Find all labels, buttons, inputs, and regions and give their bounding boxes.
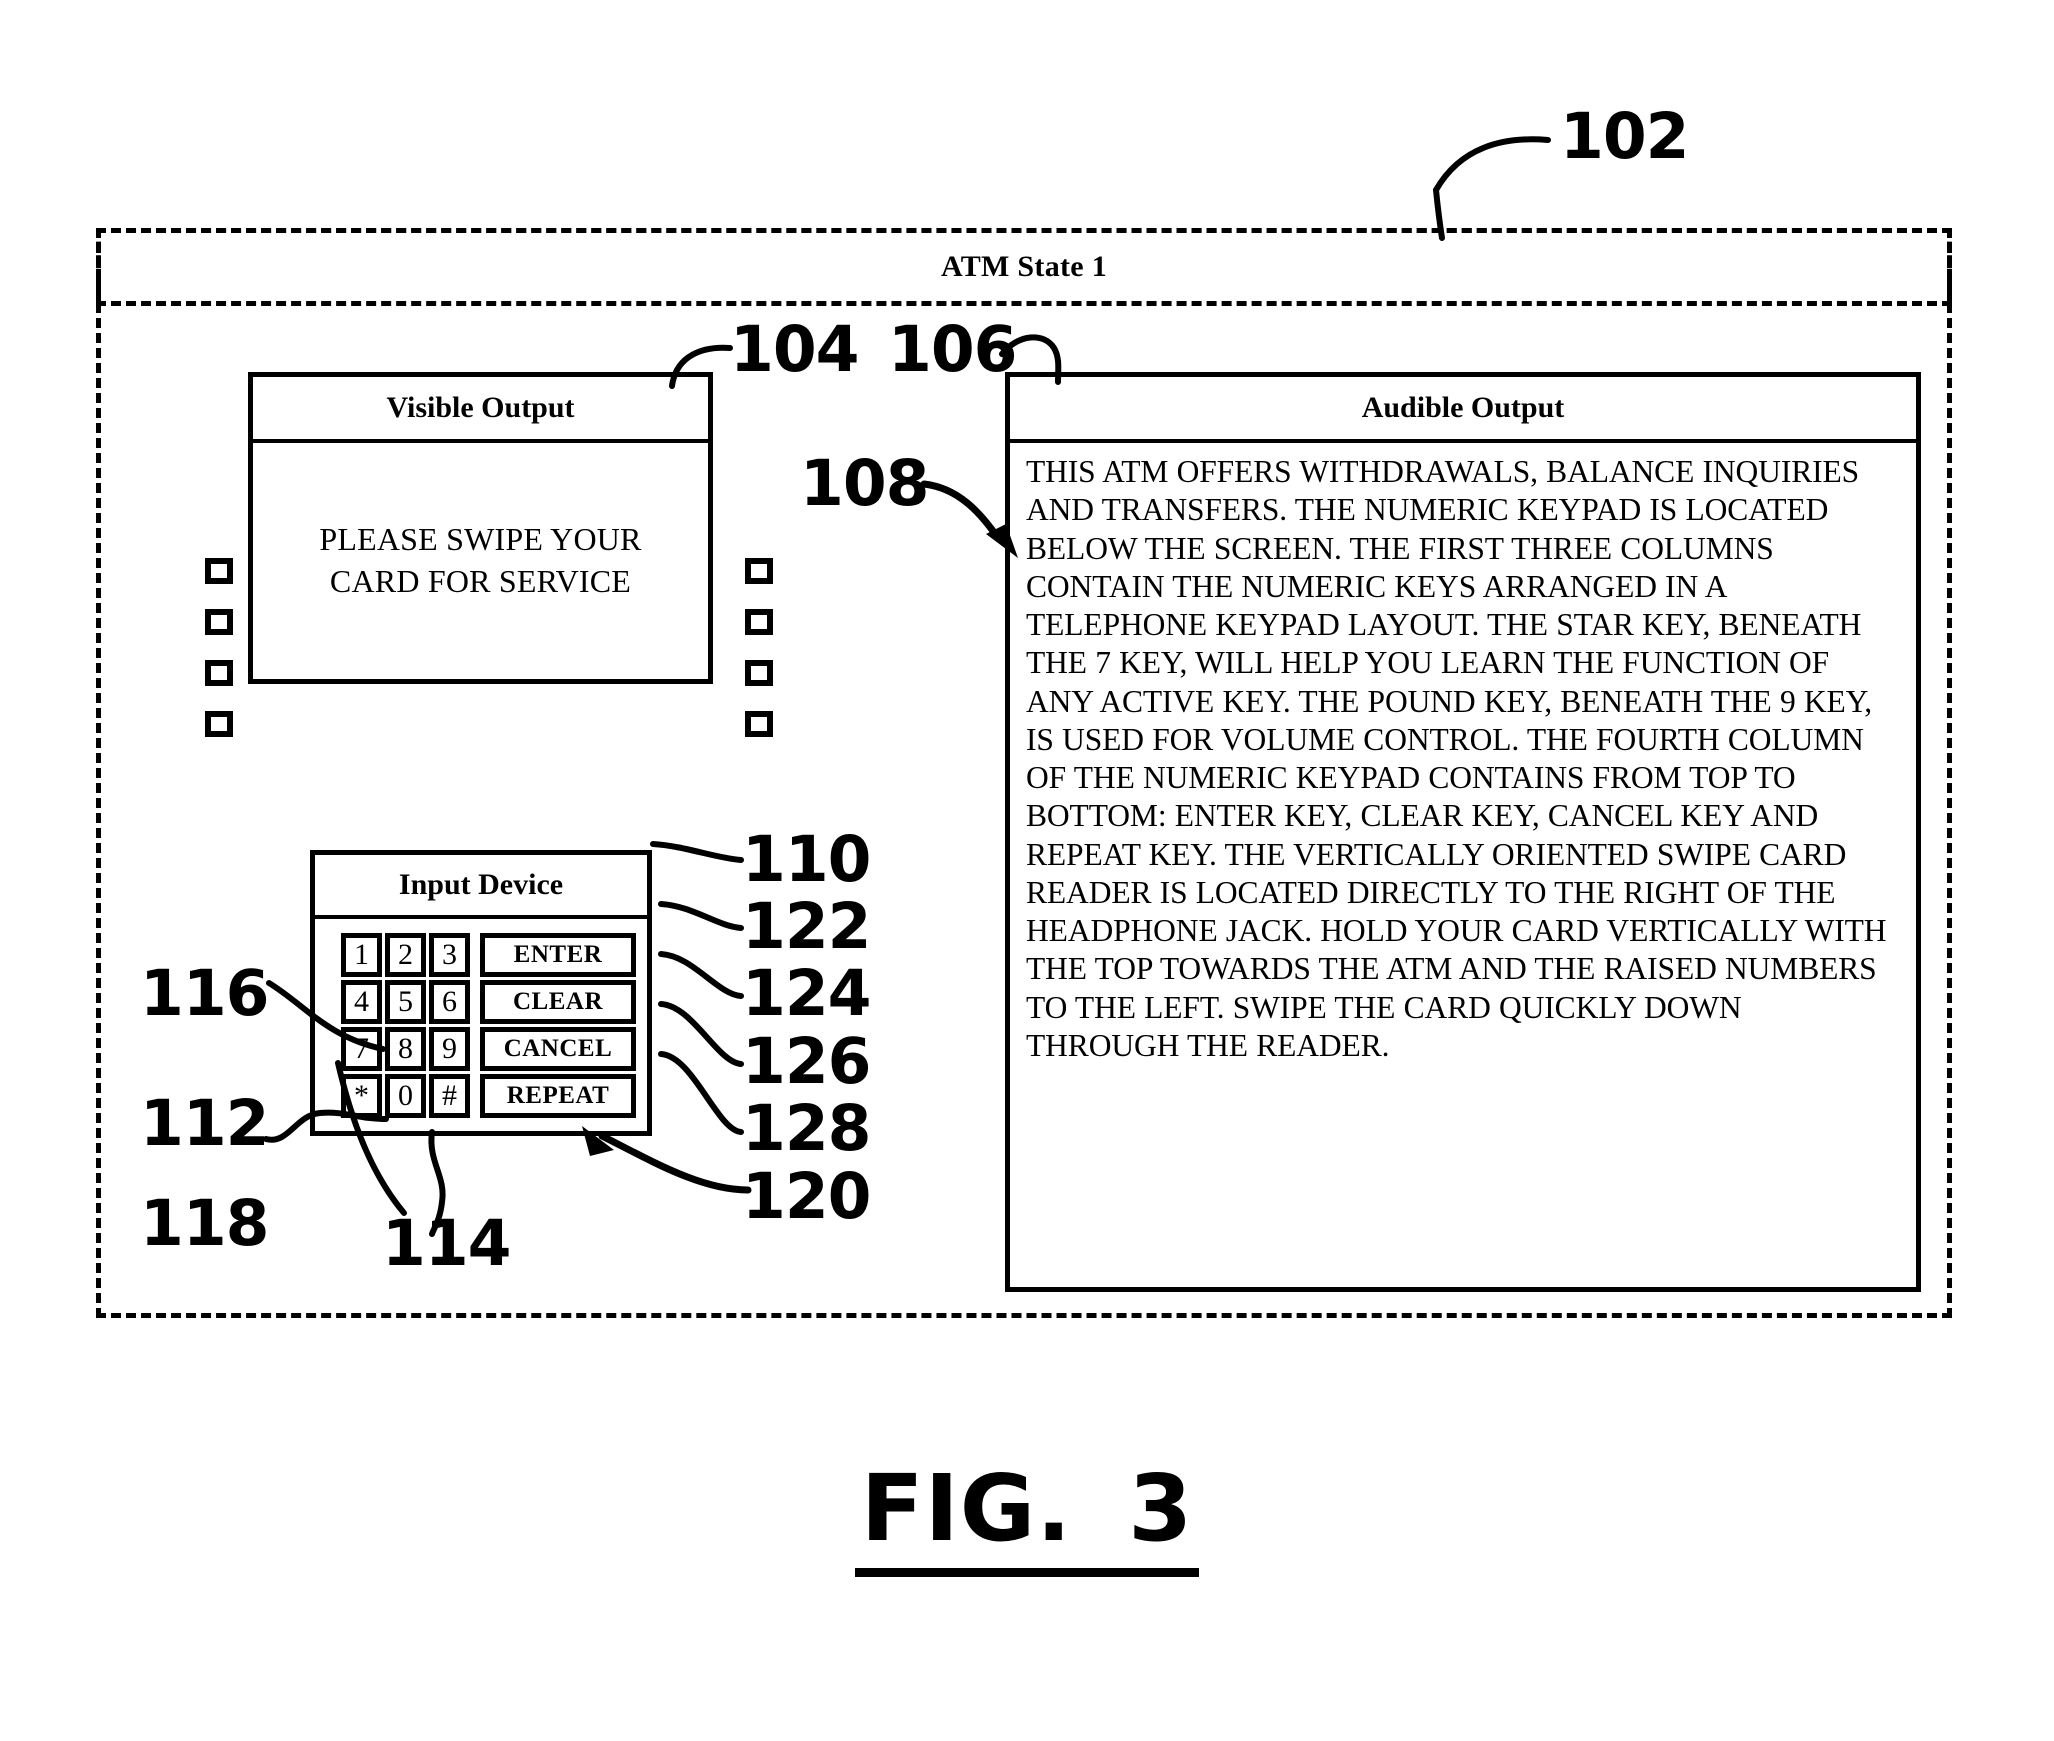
input-device-header: Input Device	[315, 855, 647, 919]
input-device-header-label: Input Device	[398, 868, 564, 901]
audible-output-body: THIS ATM OFFERS WITHDRAWALS, BALANCE INQ…	[1010, 443, 1916, 1287]
atm-state-title: ATM State 1	[940, 250, 1108, 283]
key-6[interactable]: 6	[429, 980, 470, 1024]
key-3[interactable]: 3	[429, 933, 470, 977]
ref-108: 108	[800, 447, 930, 520]
leader-line-106	[999, 330, 1080, 386]
audible-output-panel: Audible Output THIS ATM OFFERS WITHDRAWA…	[1005, 372, 1921, 1292]
leader-line-118	[232, 1055, 412, 1225]
ref-104: 104	[730, 313, 860, 386]
key-pound[interactable]: #	[429, 1074, 470, 1118]
visible-output-header-label: Visible Output	[386, 391, 575, 424]
ref-128: 128	[742, 1092, 872, 1165]
ref-110: 110	[742, 823, 872, 896]
key-1[interactable]: 1	[341, 933, 382, 977]
screen-side-button-left-2[interactable]	[205, 609, 233, 635]
figure-caption: FIG. 3	[0, 1455, 2054, 1577]
atm-state-title-bar: ATM State 1	[96, 228, 1952, 306]
screen-side-button-left-3[interactable]	[205, 660, 233, 686]
key-2[interactable]: 2	[385, 933, 426, 977]
key-9[interactable]: 9	[429, 1027, 470, 1071]
screen-side-button-right-2[interactable]	[745, 609, 773, 635]
figure-caption-text: FIG. 3	[854, 1455, 1200, 1577]
screen-side-button-left-4[interactable]	[205, 711, 233, 737]
audible-output-header: Audible Output	[1010, 377, 1916, 443]
screen-side-button-right-4[interactable]	[745, 711, 773, 737]
visible-output-message: PLEASE SWIPE YOUR CARD FOR SERVICE	[319, 521, 642, 599]
visible-output-screen: PLEASE SWIPE YOUR CARD FOR SERVICE	[253, 443, 708, 679]
key-clear[interactable]: CLEAR	[480, 980, 636, 1024]
leader-line-116	[265, 975, 395, 1065]
screen-side-button-right-1[interactable]	[745, 558, 773, 584]
key-cancel[interactable]: CANCEL	[480, 1027, 636, 1071]
audible-output-text: THIS ATM OFFERS WITHDRAWALS, BALANCE INQ…	[1026, 454, 1887, 1063]
figure-caption-number: 3	[1128, 1455, 1194, 1562]
screen-side-buttons-left	[205, 558, 233, 737]
visible-output-panel: Visible Output PLEASE SWIPE YOUR CARD FO…	[248, 372, 713, 684]
key-enter[interactable]: ENTER	[480, 933, 636, 977]
screen-side-button-right-3[interactable]	[745, 660, 773, 686]
screen-side-buttons-right	[745, 558, 773, 737]
leader-line-104	[668, 340, 748, 390]
figure-caption-prefix: FIG.	[860, 1455, 1073, 1562]
audible-output-header-label: Audible Output	[1361, 391, 1565, 424]
leader-line-114	[398, 1128, 478, 1238]
ref-124: 124	[742, 957, 872, 1030]
ref-106: 106	[888, 313, 1018, 386]
screen-side-button-left-1[interactable]	[205, 558, 233, 584]
leader-arrow-120	[510, 1120, 760, 1210]
ref-120: 120	[742, 1160, 872, 1233]
ref-126: 126	[742, 1025, 872, 1098]
ref-116: 116	[140, 957, 270, 1030]
ref-122: 122	[742, 890, 872, 963]
leader-arrow-108	[920, 472, 1032, 562]
visible-output-header: Visible Output	[253, 377, 708, 443]
leader-line-102	[1430, 130, 1590, 241]
function-keypad: ENTER CLEAR CANCEL REPEAT	[480, 933, 636, 1118]
key-repeat[interactable]: REPEAT	[480, 1074, 636, 1118]
